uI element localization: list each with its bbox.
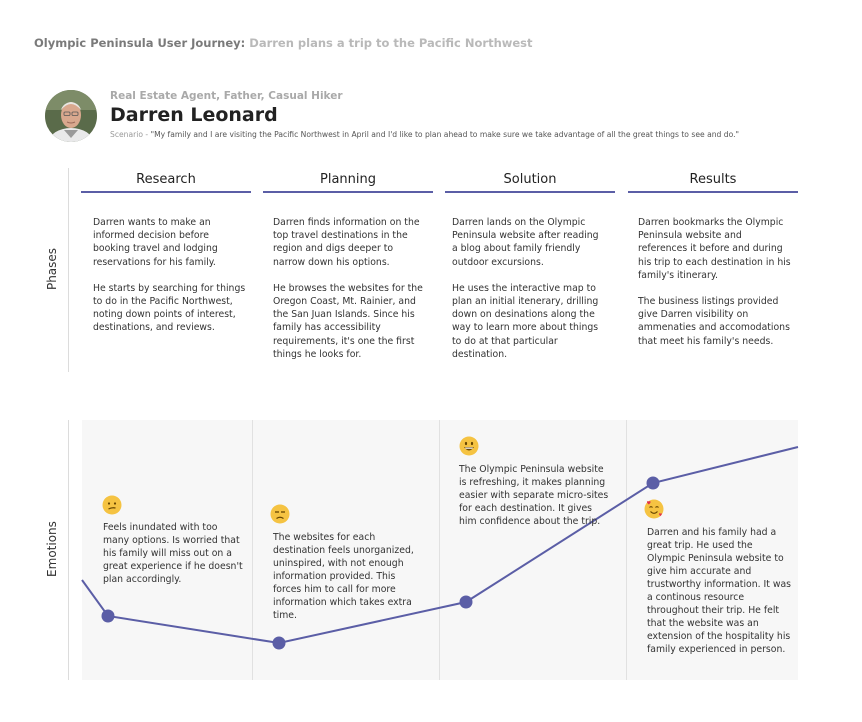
- confused-face-icon: [102, 495, 122, 515]
- emotion-point: [272, 636, 286, 650]
- emotion-text-solution: The Olympic Peninsula website is refresh…: [459, 464, 609, 527]
- emotion-point: [459, 595, 473, 609]
- emotion-text-results: Darren and his family had a great trip. …: [647, 527, 792, 655]
- emotion-text-planning: The websites for each destination feels …: [273, 532, 414, 621]
- unamused-face-icon: [270, 504, 290, 524]
- smiling-face-with-hearts-icon: [644, 499, 664, 519]
- grinning-face-icon: [459, 436, 479, 456]
- emotion-point: [646, 476, 660, 490]
- emotion-point: [101, 609, 115, 623]
- emotion-text-research: Feels inundated with too many options. I…: [103, 522, 243, 585]
